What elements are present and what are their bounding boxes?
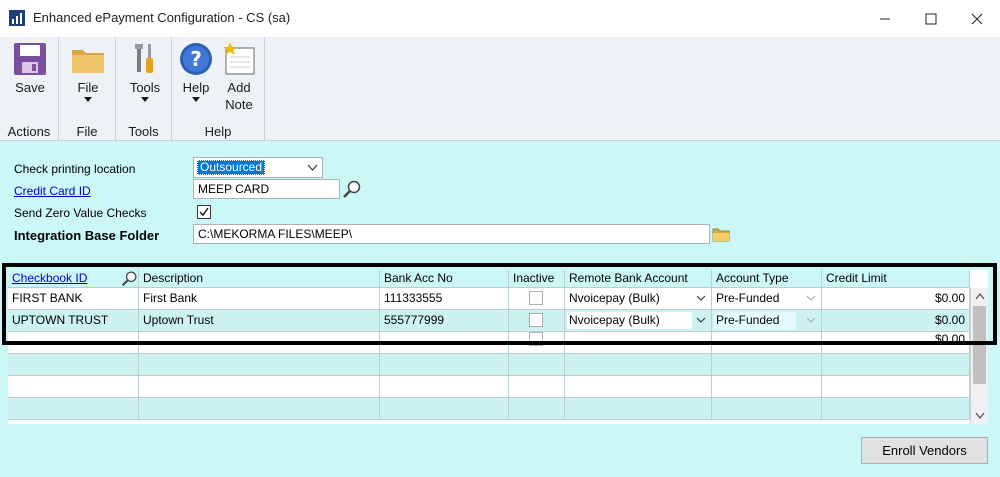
title-bar: Enhanced ePayment Configuration - CS (sa… <box>0 0 1000 37</box>
check-printing-location-label: Check printing location <box>14 162 136 176</box>
empty-cell[interactable] <box>712 354 822 376</box>
group-label-file: File <box>76 124 98 139</box>
empty-cell[interactable] <box>380 398 509 420</box>
help-icon: ? <box>180 43 212 75</box>
chevron-down-icon <box>307 164 318 171</box>
add-note-label-line2: Note <box>225 97 253 112</box>
tools-menu-button[interactable]: Tools <box>124 41 166 102</box>
tools-icon <box>135 44 153 73</box>
chevron-down-icon <box>141 97 149 102</box>
send-zero-value-checks-label: Send Zero Value Checks <box>14 206 147 220</box>
check-printing-location-select[interactable]: Outsourced <box>193 157 323 178</box>
scroll-down-icon[interactable] <box>975 412 985 420</box>
send-zero-value-checks-checkbox[interactable] <box>197 205 211 219</box>
empty-cell[interactable] <box>565 376 712 398</box>
ribbon: Save Actions File File Tools Tools ? Hel… <box>0 37 1000 141</box>
table-row[interactable] <box>8 398 970 420</box>
credit-card-id-link[interactable]: Credit Card ID <box>14 184 91 198</box>
chevron-down-icon <box>84 97 92 102</box>
file-label: File <box>77 80 99 95</box>
highlight-frame <box>2 263 997 345</box>
enroll-vendors-button[interactable]: Enroll Vendors <box>861 437 988 464</box>
empty-cell[interactable] <box>509 354 565 376</box>
lookup-icon[interactable] <box>342 179 362 199</box>
empty-cell[interactable] <box>565 398 712 420</box>
save-button[interactable]: Save <box>8 41 52 96</box>
empty-cell[interactable] <box>139 354 380 376</box>
empty-cell[interactable] <box>509 376 565 398</box>
empty-cell[interactable] <box>8 354 139 376</box>
group-label-help: Help <box>204 124 232 139</box>
empty-cell[interactable] <box>822 376 970 398</box>
help-label: Help <box>182 80 210 95</box>
group-label-tools: Tools <box>128 124 159 139</box>
empty-cell[interactable] <box>8 398 139 420</box>
empty-cell[interactable] <box>8 376 139 398</box>
empty-cell[interactable] <box>139 398 380 420</box>
tools-label: Tools <box>129 80 161 95</box>
minimize-button[interactable] <box>862 0 908 37</box>
empty-cell[interactable] <box>509 398 565 420</box>
ribbon-group-file: File File <box>59 37 116 141</box>
empty-cell[interactable] <box>712 398 822 420</box>
credit-card-id-field[interactable]: MEEP CARD <box>193 179 340 199</box>
maximize-button[interactable] <box>908 0 954 37</box>
empty-cell[interactable] <box>822 398 970 420</box>
integration-base-folder-field[interactable]: C:\MEKORMA FILES\MEEP\ <box>193 224 710 244</box>
empty-cell[interactable] <box>712 376 822 398</box>
close-icon <box>971 13 983 24</box>
empty-cell[interactable] <box>822 354 970 376</box>
empty-cell[interactable] <box>565 354 712 376</box>
chevron-down-icon <box>192 97 200 102</box>
empty-cell[interactable] <box>139 376 380 398</box>
empty-cell[interactable] <box>380 376 509 398</box>
maximize-icon <box>925 13 937 24</box>
add-note-label-line1: Add <box>227 80 251 95</box>
checkmark-icon <box>199 207 209 217</box>
window-title: Enhanced ePayment Configuration - CS (sa… <box>33 10 291 25</box>
add-note-icon <box>223 42 255 75</box>
ribbon-group-help: ? Help Add Note Help <box>172 37 265 141</box>
table-row[interactable] <box>8 354 970 376</box>
file-menu-button[interactable]: File <box>67 41 109 102</box>
empty-cell[interactable] <box>380 354 509 376</box>
svg-text:?: ? <box>190 47 202 71</box>
close-button[interactable] <box>954 0 1000 37</box>
add-note-button[interactable]: Add Note <box>218 41 260 113</box>
save-label: Save <box>15 80 45 95</box>
save-icon <box>14 43 46 75</box>
table-row[interactable] <box>8 376 970 398</box>
check-printing-location-value: Outsourced <box>197 160 266 175</box>
ribbon-group-tools: Tools Tools <box>116 37 172 141</box>
group-label-actions: Actions <box>7 124 51 139</box>
help-menu-button[interactable]: ? Help <box>176 41 216 102</box>
folder-icon <box>72 50 104 73</box>
integration-base-folder-label: Integration Base Folder <box>14 228 160 243</box>
ribbon-group-actions: Save Actions <box>0 37 59 141</box>
minimize-icon <box>880 18 890 19</box>
folder-browse-icon[interactable] <box>712 226 730 242</box>
app-icon <box>9 10 25 26</box>
